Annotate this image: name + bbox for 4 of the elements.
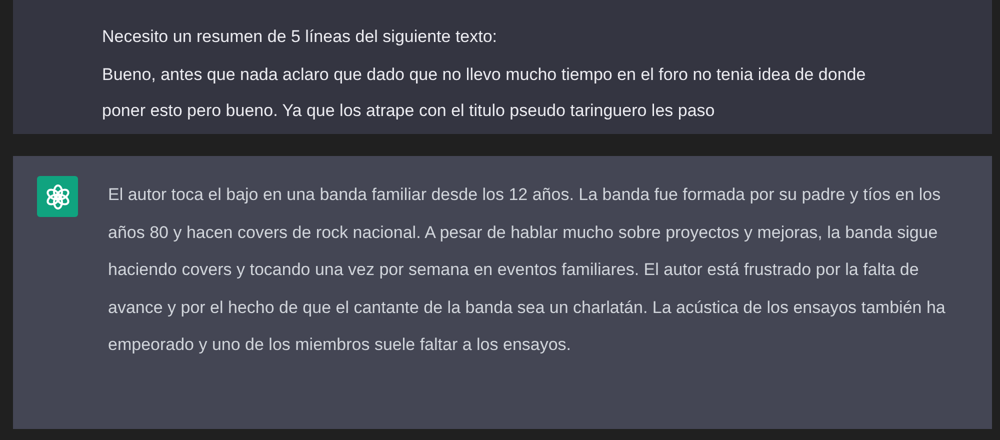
message-paragraph: El autor toca el bajo en una banda familiar desde los 12 años. La banda fue formada por su padre y tíos en los años 80 y hacen covers de rock nacional. A pesar de hablar mucho sobre proyectos y mejoras, la banda sigue haciendo covers y tocando una vez por semana en eventos familiares. El autor está frustrado por la falta de avance y por el hecho de que el cantante de la banda sea un charlatán. La acústica de los ensayos también ha empeorado y uno de los miembros suele faltar a los ensayos. xyxy=(108,184,946,356)
message-paragraph: Necesito un resumen de 5 líneas del siguiente texto: xyxy=(102,26,498,48)
message-paragraph: Bueno, antes que nada aclaro que dado que no llevo mucho tiempo en el foro no tenia idea de donde poner esto pero bueno. Ya que los atrape con el titulo pseudo taringuero les paso xyxy=(102,64,867,122)
assistant-logo-icon xyxy=(37,176,78,217)
